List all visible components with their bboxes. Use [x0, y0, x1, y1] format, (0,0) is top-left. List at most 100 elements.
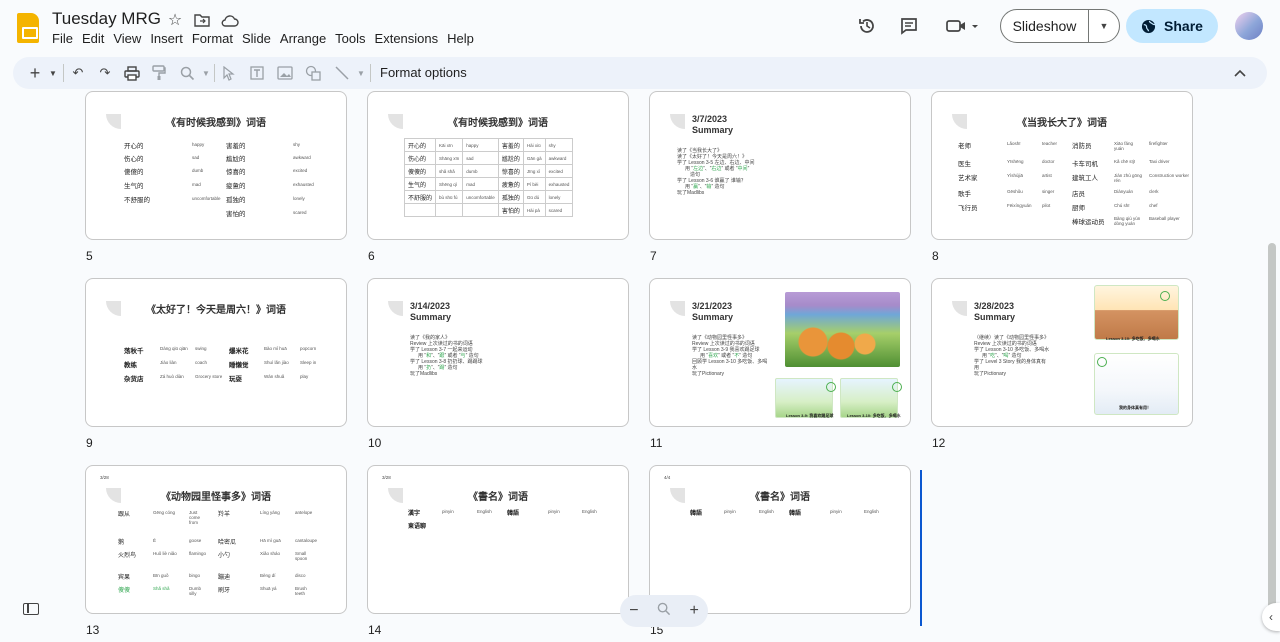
vocab-word: 卡车司机 [1072, 161, 1098, 168]
line-icon[interactable] [333, 64, 351, 82]
lesson-image [775, 378, 833, 418]
menu-slide[interactable]: Slide [242, 31, 276, 46]
summary-line: 玩了Madlibs [410, 371, 438, 377]
vocab-word: 哈密瓜 [218, 540, 237, 546]
vocab-english: firefighter [1149, 141, 1168, 146]
select-cursor-icon[interactable] [220, 64, 238, 82]
slide-thumbnail-11[interactable]: 3/21/2023 Summary 读了《动物园里怪事多》 Review 上次读… [649, 278, 911, 427]
vocab-word: 傻傻的 [124, 169, 144, 176]
slide-title: 《动物园里怪事多》词语 [161, 492, 271, 503]
slide-thumbnail-9[interactable]: 《太好了！今天是周六！》词语 荡秋千 教练 杂货店 Dàng qiū qiān … [85, 278, 347, 427]
show-filmstrip-icon[interactable] [23, 603, 39, 615]
new-slide-dropdown-icon[interactable]: ▼ [44, 64, 62, 82]
menu-view[interactable]: View [113, 31, 146, 46]
zoom-icon[interactable] [178, 64, 196, 82]
vocab-pinyin: Dàng qiū qiān [160, 346, 188, 351]
print-icon[interactable] [123, 64, 141, 82]
shape-icon[interactable] [304, 64, 322, 82]
decor-circle [1160, 291, 1170, 301]
table-cell [435, 203, 464, 217]
slide-thumbnail-12[interactable]: 3/28/2023 Summary （继续）读了《动物园里怪事多》 Review… [931, 278, 1193, 427]
vocab-pinyin: Diànyuán [1114, 189, 1134, 194]
vocab-word: 跟从 [118, 512, 131, 518]
redo-icon[interactable]: ↷ [96, 64, 114, 82]
vocab-word: 生气的 [124, 183, 144, 190]
vocab-english: English [759, 509, 774, 514]
comments-icon[interactable] [897, 14, 921, 38]
collapse-toolbar-icon[interactable] [1234, 64, 1246, 80]
menu-extensions[interactable]: Extensions [375, 31, 444, 46]
cloud-status-icon[interactable] [220, 10, 240, 30]
menu-file[interactable]: File [52, 31, 78, 46]
vocab-pinyin: Kǎ chē sījī [1114, 159, 1136, 164]
star-icon[interactable]: ☆ [165, 10, 185, 30]
menu-edit[interactable]: Edit [82, 31, 109, 46]
vocab-pinyin: Bèng dí [260, 573, 276, 578]
line-dropdown-icon[interactable]: ▼ [352, 64, 370, 82]
new-slide-icon[interactable]: + [26, 63, 44, 83]
slide-thumbnail-15[interactable]: 4/4 《書名》词语 韓語 pinyin English 韓語 pinyin E… [649, 465, 911, 614]
vocab-english: Sleep in [300, 360, 317, 365]
zoom-in-icon[interactable]: + [689, 602, 698, 620]
vocab-english: Taxi driver [1149, 159, 1170, 164]
slideshow-button[interactable]: Slideshow ▼ [1000, 9, 1120, 43]
vocab-word: 杂货店 [124, 376, 144, 383]
share-button[interactable]: Share [1126, 9, 1218, 43]
slide-thumbnail-14[interactable]: 3/28 《書名》词语 漢字 pinyin English 韓語 pinyin … [367, 465, 629, 614]
vocab-word: 消防员 [1072, 143, 1092, 150]
grid-zoom-controls: − + [620, 595, 708, 627]
vocab-pinyin: Shuì lǎn jiào [264, 360, 289, 365]
menu-help[interactable]: Help [447, 31, 479, 46]
text-box-icon[interactable] [248, 64, 266, 82]
text: ” 造句 [444, 365, 458, 371]
slides-logo-icon[interactable] [17, 13, 39, 43]
table-row: 不舒服的 bù shū fú uncomfortable 孤独的 Gū dú lonely [403, 190, 574, 204]
vocab-pinyin: Gēng cóng [153, 510, 176, 515]
menu-tools[interactable]: Tools [335, 31, 370, 46]
zoom-dropdown-icon[interactable]: ▼ [197, 64, 215, 82]
slide-thumbnail-7[interactable]: 3/7/2023 Summary 读了《当我长大了》 读了《太好了！今天是周六！… [649, 91, 911, 240]
slide-thumbnail-10[interactable]: 3/14/2023 Summary 读了《我的家人》 Review 上次读过的书… [367, 278, 629, 427]
vocab-word: 爆米花 [229, 348, 249, 355]
scrollbar-thumb[interactable] [1268, 243, 1276, 613]
zoom-reset-icon[interactable] [657, 602, 671, 621]
vocab-english: disco [295, 573, 306, 578]
vocab-english: dumb [192, 168, 204, 173]
slideshow-dropdown-icon[interactable]: ▼ [1089, 21, 1119, 31]
menu-insert[interactable]: Insert [150, 31, 188, 46]
format-options-button[interactable]: Format options [380, 65, 467, 80]
vocab-word: 羚羊 [218, 512, 231, 518]
table-cell: uncomfortable [462, 190, 499, 204]
slide-thumbnail-6[interactable]: 《有时候我感到》词语 开心的 Kāi xīn happy 害羞的 Hài xiū shy … [367, 91, 629, 240]
zoom-out-icon[interactable]: − [629, 602, 638, 620]
paint-format-icon[interactable] [150, 64, 168, 82]
meet-video-icon[interactable] [944, 14, 980, 38]
slide-thumbnail-13[interactable]: 3/28 《动物园里怪事多》词语 跟从 Gēng cóng Just come … [85, 465, 347, 614]
account-avatar[interactable] [1235, 12, 1263, 40]
vocab-english: exhausted [293, 182, 314, 187]
vocab-english: mad [192, 182, 201, 187]
slide-thumbnail-8[interactable]: 《当我长大了》词语 老师 医生 艺术家 歌手 飞行员 Lǎoshī Yīshēn… [931, 91, 1193, 240]
move-folder-icon[interactable] [192, 10, 212, 30]
insert-image-icon[interactable] [276, 64, 294, 82]
vocab-pinyin: pinyin [830, 509, 842, 514]
version-history-icon[interactable] [855, 14, 879, 38]
undo-icon[interactable]: ↶ [69, 64, 87, 82]
vocab-word: 伤心的 [124, 156, 144, 163]
vocab-pinyin: Fēixíngyuán [1007, 203, 1032, 208]
document-title[interactable]: Tuesday MRG [52, 9, 161, 29]
summary-label: Summary [410, 312, 452, 322]
menu-format[interactable]: Format [192, 31, 238, 46]
image-caption: Lesson 3-9: 我喜欢踢足球 [786, 413, 834, 418]
slide-thumbnail-5[interactable]: 《有时候我感到》词语 开心的 伤心的 傻傻的 生气的 不舒服的 happy sa… [85, 91, 347, 240]
summary-line: 玩了Pictionary [692, 371, 724, 377]
text: ” 造句 [711, 184, 725, 190]
table-cell: mad [462, 177, 499, 191]
menu-arrange[interactable]: Arrange [280, 31, 331, 46]
side-panel-toggle-icon[interactable]: ‹ [1262, 603, 1280, 631]
table-cell: Shāng xīn [435, 151, 464, 165]
menu-bar: File Edit View Insert Format Slide Arran… [52, 31, 483, 46]
vocab-word: 害怕的 [226, 211, 246, 218]
slideshow-label[interactable]: Slideshow [1001, 18, 1088, 34]
toolbar-divider [370, 64, 371, 82]
